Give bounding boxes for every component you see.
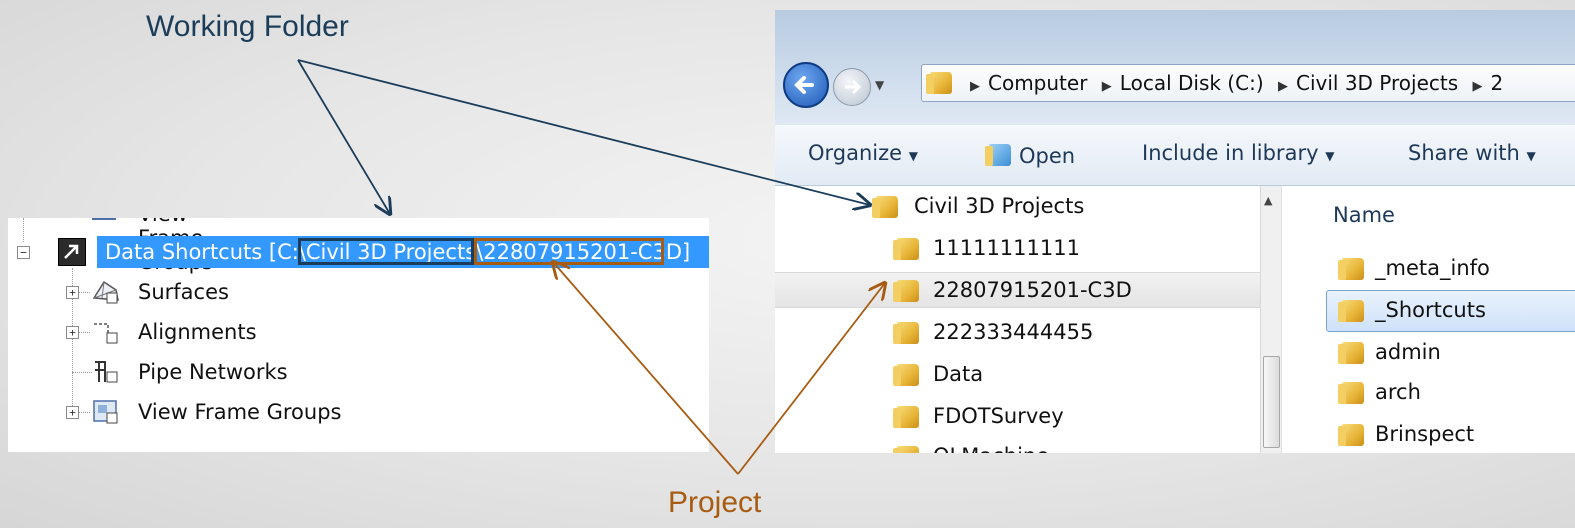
- working-folder-arrow-explorer: [297, 59, 870, 205]
- project-arrow-tree: [553, 262, 739, 475]
- project-arrow-explorer: [737, 283, 885, 475]
- annotation-arrows: [297, 59, 1575, 475]
- working-folder-arrow-tree: [297, 59, 390, 214]
